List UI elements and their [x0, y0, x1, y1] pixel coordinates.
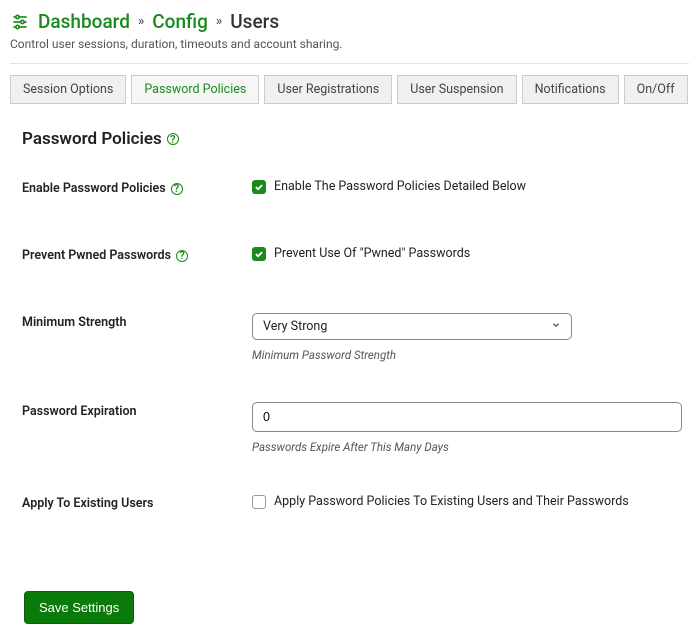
breadcrumb-separator: » [216, 14, 222, 29]
password-expiration-hint: Passwords Expire After This Many Days [252, 440, 689, 454]
help-icon[interactable]: ? [176, 250, 188, 262]
label-text: Apply To Existing Users [22, 496, 153, 511]
password-expiration-label: Password Expiration [22, 402, 252, 419]
label-text: Enable Password Policies [22, 181, 166, 196]
apply-existing-checkbox[interactable]: Apply Password Policies To Existing User… [252, 494, 689, 509]
section-title-text: Password Policies [22, 129, 162, 149]
chevron-down-icon [551, 319, 561, 334]
prevent-pwned-label: Prevent Pwned Passwords ? [22, 246, 252, 263]
section-title: Password Policies ? [22, 129, 689, 149]
divider [10, 63, 689, 64]
page-subtitle: Control user sessions, duration, timeout… [10, 37, 689, 51]
label-text: Password Expiration [22, 404, 137, 419]
breadcrumb-separator: » [138, 14, 144, 29]
breadcrumb: Dashboard » Config » Users [10, 10, 689, 33]
tabs: Session Options Password Policies User R… [10, 75, 689, 104]
breadcrumb-dashboard[interactable]: Dashboard [38, 10, 130, 33]
enable-password-policies-label: Enable Password Policies ? [22, 179, 252, 196]
help-icon[interactable]: ? [171, 183, 183, 195]
label-text: Minimum Strength [22, 315, 126, 330]
apply-existing-label: Apply To Existing Users [22, 494, 252, 511]
tab-notifications[interactable]: Notifications [522, 75, 619, 104]
settings-icon [10, 12, 30, 32]
minimum-strength-hint: Minimum Password Strength [252, 348, 689, 362]
checkbox-checked-icon [252, 180, 266, 194]
checkbox-label: Enable The Password Policies Detailed Be… [274, 179, 526, 194]
minimum-strength-label: Minimum Strength [22, 313, 252, 330]
checkbox-label: Prevent Use Of "Pwned" Passwords [274, 246, 470, 261]
checkbox-label: Apply Password Policies To Existing User… [274, 494, 629, 509]
minimum-strength-select[interactable]: Very Strong [252, 313, 572, 340]
prevent-pwned-checkbox[interactable]: Prevent Use Of "Pwned" Passwords [252, 246, 689, 261]
select-value: Very Strong [263, 319, 327, 334]
enable-password-policies-checkbox[interactable]: Enable The Password Policies Detailed Be… [252, 179, 689, 194]
breadcrumb-config[interactable]: Config [152, 10, 208, 33]
tab-password-policies[interactable]: Password Policies [131, 75, 259, 104]
tab-on-off[interactable]: On/Off [624, 75, 688, 104]
password-expiration-input[interactable] [252, 402, 682, 432]
checkbox-unchecked-icon [252, 495, 266, 509]
help-icon[interactable]: ? [167, 133, 179, 145]
tab-session-options[interactable]: Session Options [10, 75, 126, 104]
checkbox-checked-icon [252, 247, 266, 261]
breadcrumb-current: Users [230, 10, 279, 33]
label-text: Prevent Pwned Passwords [22, 248, 171, 263]
save-settings-button[interactable]: Save Settings [24, 591, 134, 624]
tab-user-suspension[interactable]: User Suspension [397, 75, 516, 104]
tab-user-registrations[interactable]: User Registrations [264, 75, 392, 104]
